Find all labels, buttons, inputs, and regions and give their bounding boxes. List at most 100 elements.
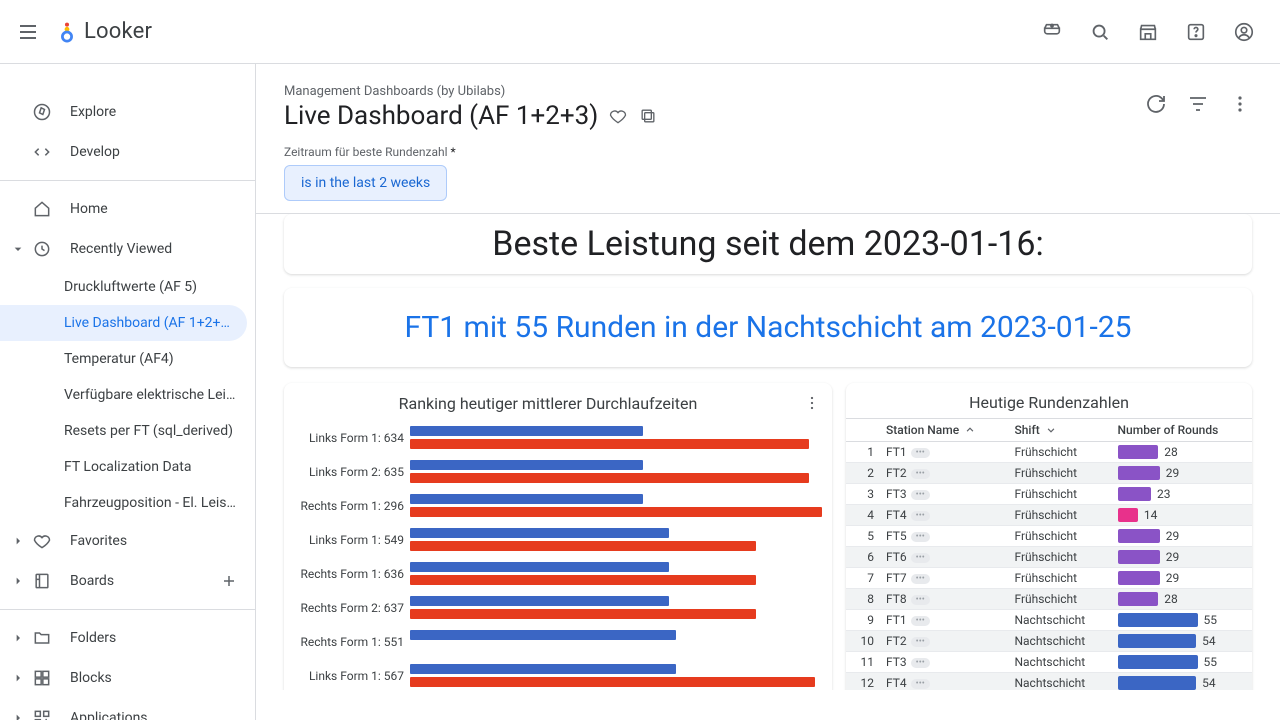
bar-canvas [410,628,822,656]
sidebar-item-label: FT Localization Data [64,459,191,475]
bar-row: Rechts Form 1: 296 [294,489,822,523]
sidebar-item-label: Druckluftwerte (AF 5) [64,279,197,295]
refresh-icon[interactable] [1144,92,1168,116]
sidebar-item-recent[interactable]: FT Localization Data [0,449,255,485]
sidebar-item-label: Verfügbare elektrische Leistu… [64,387,239,403]
breadcrumb[interactable]: Management Dashboards (by Ubilabs) [284,84,1252,99]
copy-dashboard-icon[interactable] [638,106,658,126]
sidebar-item-recent[interactable]: Fahrzeugposition - El. Leistung [0,485,255,521]
app-name: Looker [84,19,152,44]
sidebar-item-label: Live Dashboard (AF 1+2+3) [64,315,231,331]
bar-canvas [410,458,822,486]
help-icon[interactable] [1176,12,1216,52]
bar-canvas [410,662,822,690]
content: Management Dashboards (by Ubilabs) Live … [256,64,1280,720]
nav-favorites[interactable]: Favorites [0,521,255,561]
store-icon[interactable] [1128,12,1168,52]
table-row[interactable]: 4FT4•••Frühschicht14 [846,505,1252,526]
home-icon [32,199,52,219]
menu-icon[interactable] [16,20,40,44]
sidebar-item-label: Temperatur (AF4) [64,351,174,367]
tile-ranking: Ranking heutiger mittlerer Durchlaufzeit… [284,383,832,690]
table-row[interactable]: 8FT8•••Frühschicht28 [846,589,1252,610]
filter-label: Zeitraum für beste Rundenzahl * [284,145,1252,159]
bar-label: Links Form 1: 634 [294,431,410,445]
table-row[interactable]: 9FT1•••Nachtschicht55 [846,610,1252,631]
sidebar: Explore Develop Home Recently Viewed Dru… [0,64,256,720]
bar-row: Rechts Form 1: 551 [294,625,822,659]
table-row[interactable]: 7FT7•••Frühschicht29 [846,568,1252,589]
nav-blocks[interactable]: Blocks [0,658,255,698]
chevron-down-icon [10,241,26,257]
add-icon[interactable] [219,571,239,591]
nav-recent[interactable]: Recently Viewed [0,229,255,269]
rounds-table: Station Name Shift Number of Rounds [846,418,1252,690]
search-icon[interactable] [1080,12,1120,52]
bar-row: Links Form 2: 635 [294,455,822,489]
nav-folders[interactable]: Folders [0,618,255,658]
table-row[interactable]: 2FT2•••Frühschicht29 [846,463,1252,484]
chevron-right-icon [10,533,26,549]
bar-label: Rechts Form 2: 637 [294,601,410,615]
marketplace-icon[interactable] [1032,12,1072,52]
nav-applications[interactable]: Applications [0,698,255,720]
more-vert-icon[interactable] [1228,92,1252,116]
table-row[interactable]: 11FT3•••Nachtschicht55 [846,652,1252,673]
table-row[interactable]: 1FT1•••Frühschicht28 [846,442,1252,463]
account-icon[interactable] [1224,12,1264,52]
bar-canvas [410,424,822,452]
chevron-right-icon [10,630,26,646]
looker-icon [56,21,78,43]
tile-best-header: Beste Leistung seit dem 2023-01-16: [284,214,1252,274]
sidebar-item-recent[interactable]: Druckluftwerte (AF 5) [0,269,255,305]
tile-rounds: Heutige Rundenzahlen Station Name Shi [846,383,1252,690]
sidebar-item-recent[interactable]: Temperatur (AF4) [0,341,255,377]
table-row[interactable]: 6FT6•••Frühschicht29 [846,547,1252,568]
filter-icon[interactable] [1186,92,1210,116]
nav-explore[interactable]: Explore [0,92,255,132]
nav-boards[interactable]: Boards [0,561,255,601]
logo[interactable]: Looker [56,19,152,44]
tile-title: Ranking heutiger mittlerer Durchlaufzeit… [294,394,802,413]
chevron-right-icon [10,670,26,686]
filter-chip[interactable]: is in the last 2 weeks [284,165,447,201]
nav-develop[interactable]: Develop [0,132,255,172]
tile-best-value: FT1 mit 55 Runden in der Nachtschicht am… [284,288,1252,367]
bar-canvas [410,492,822,520]
bar-label: Links Form 1: 549 [294,533,410,547]
bar-row: Rechts Form 1: 636 [294,557,822,591]
bar-row: Links Form 1: 634 [294,421,822,455]
boards-icon [32,571,52,591]
sidebar-item-label: Resets per FT (sql_derived) [64,423,233,439]
bar-label: Rechts Form 1: 636 [294,567,410,581]
table-row[interactable]: 12FT4•••Nachtschicht54 [846,673,1252,691]
topbar: Looker [0,0,1280,64]
dashboard-header: Management Dashboards (by Ubilabs) Live … [256,64,1280,214]
apps-icon [32,708,52,720]
col-station[interactable]: Station Name [880,419,1008,442]
sort-desc-icon [1044,423,1058,437]
table-row[interactable]: 3FT3•••Frühschicht23 [846,484,1252,505]
sidebar-item-recent[interactable]: Resets per FT (sql_derived) [0,413,255,449]
table-row[interactable]: 10FT2•••Nachtschicht54 [846,631,1252,652]
bar-row: Rechts Form 2: 637 [294,591,822,625]
compass-icon [32,102,52,122]
sort-asc-icon [963,423,977,437]
more-vert-icon[interactable] [802,393,822,413]
sidebar-item-recent[interactable]: Verfügbare elektrische Leistu… [0,377,255,413]
header-actions [1144,92,1252,116]
table-row[interactable]: 5FT5•••Frühschicht29 [846,526,1252,547]
sidebar-item-recent[interactable]: Live Dashboard (AF 1+2+3) [0,305,247,341]
blocks-icon [32,668,52,688]
recent-list: Druckluftwerte (AF 5) Live Dashboard (AF … [0,269,255,521]
col-rounds[interactable]: Number of Rounds [1112,419,1252,442]
heart-outline-icon[interactable] [608,106,628,126]
col-shift[interactable]: Shift [1008,419,1111,442]
nav-home[interactable]: Home [0,189,255,229]
tile-title: Heutige Rundenzahlen [856,393,1242,412]
bar-label: Rechts Form 1: 551 [294,635,410,649]
chevron-right-icon [10,573,26,589]
folder-icon [32,628,52,648]
bar-label: Rechts Form 1: 296 [294,499,410,513]
bar-label: Links Form 2: 635 [294,465,410,479]
